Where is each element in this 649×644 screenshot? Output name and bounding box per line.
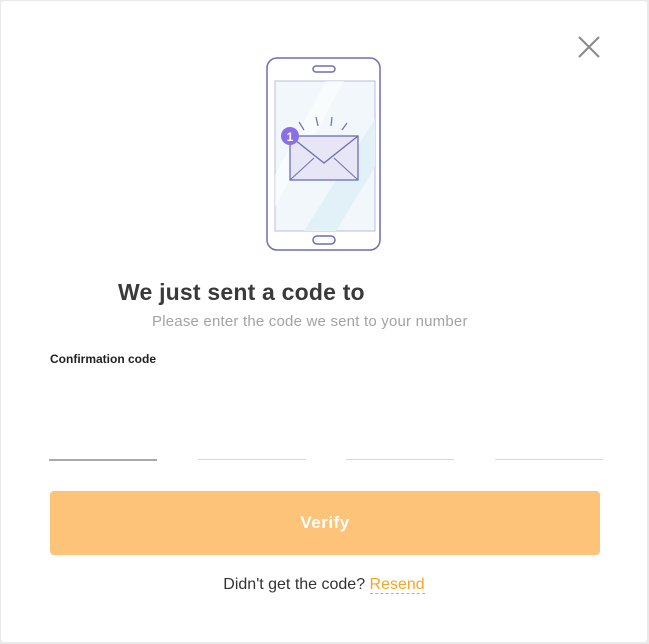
confirmation-modal: 1 We just sent a code to Please enter th…: [1, 1, 647, 642]
code-digit-4[interactable]: [495, 413, 603, 460]
phone-envelope-illustration: 1: [266, 57, 382, 253]
confirmation-code-label: Confirmation code: [50, 352, 157, 366]
code-digit-3[interactable]: [346, 413, 454, 460]
modal-title: We just sent a code to: [118, 279, 365, 305]
code-digit-1[interactable]: [49, 413, 157, 461]
modal-subtitle: Please enter the code we sent to your nu…: [152, 313, 468, 330]
resend-prompt: Didn't get the code?: [223, 576, 370, 593]
resend-row: Didn't get the code? Resend: [1, 576, 647, 594]
resend-link[interactable]: Resend: [369, 576, 425, 594]
close-icon[interactable]: [576, 34, 602, 60]
badge-count: 1: [287, 130, 294, 144]
code-digit-2[interactable]: [198, 413, 306, 460]
verify-button[interactable]: Verify: [50, 491, 600, 555]
